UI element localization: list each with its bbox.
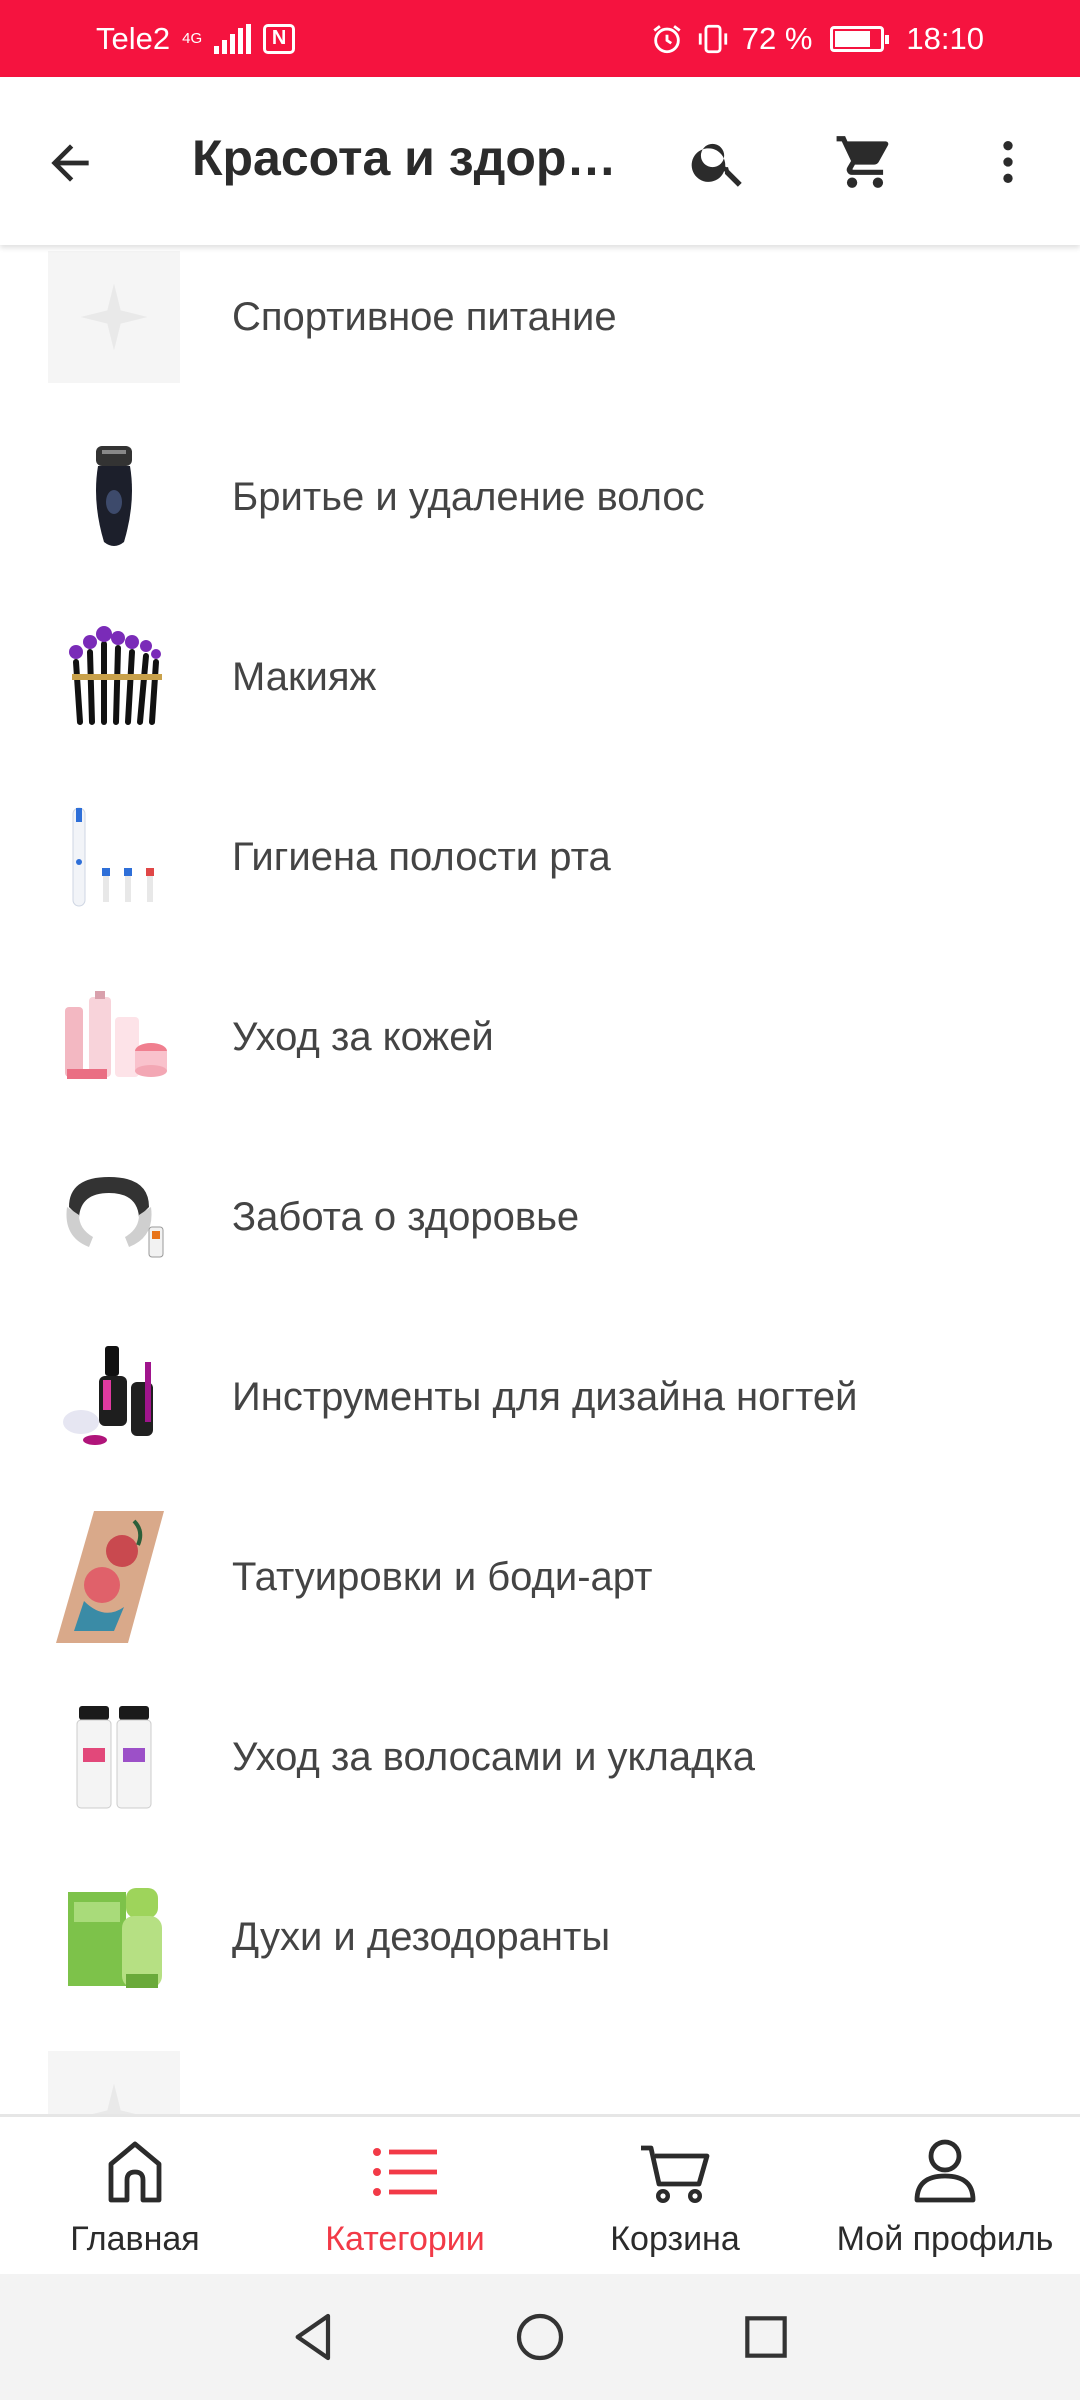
category-label: Гигиена полости рта	[232, 834, 611, 879]
category-item[interactable]: Инструменты для дизайна ногтей	[0, 1307, 1080, 1487]
nail-polish-icon	[48, 1331, 180, 1463]
category-label: Уход за волосами и укладка	[232, 1734, 756, 1779]
category-label: Татуировки и боди-арт	[232, 1554, 653, 1599]
bottom-navigation: Главная Категории Корзина Мой профиль	[0, 2114, 1080, 2274]
list-icon	[373, 2148, 437, 2196]
battery-percent: 72 %	[741, 20, 813, 56]
nav-profile-label: Мой профиль	[836, 2220, 1054, 2258]
home-icon	[108, 2141, 162, 2203]
perfume-icon	[48, 1871, 180, 2003]
nav-categories-label: Категории	[325, 2220, 485, 2258]
vibrate-icon	[698, 24, 727, 53]
profile-icon	[914, 2139, 976, 2203]
toothbrush-icon	[48, 791, 180, 923]
battery-icon	[830, 25, 890, 52]
category-item[interactable]: Уход за кожей	[0, 947, 1080, 1127]
cart-icon[interactable]	[830, 127, 900, 197]
carrier-label: Tele2	[96, 20, 171, 56]
placeholder-star-icon	[48, 251, 180, 383]
category-item[interactable]: Гигиена полости рта	[0, 767, 1080, 947]
category-item[interactable]: Спортивное питание	[0, 245, 1080, 407]
back-triangle-icon[interactable]	[286, 2309, 342, 2365]
category-label: Уход за кожей	[232, 1014, 494, 1059]
system-navigation-bar	[0, 2274, 1080, 2400]
placeholder-star-icon	[48, 2051, 180, 2115]
cart-icon	[641, 2145, 710, 2204]
nav-cart[interactable]: Корзина	[540, 2117, 810, 2274]
home-circle-icon[interactable]	[512, 2309, 568, 2365]
status-left: Tele2 4G N	[96, 20, 296, 57]
hair-care-icon	[48, 1691, 180, 1823]
nfc-icon: N	[263, 23, 296, 54]
status-bar: Tele2 4G N 72 % 18:10	[0, 0, 1080, 77]
recents-square-icon[interactable]	[738, 2309, 794, 2365]
category-item[interactable]: Духи и дезодоранты	[0, 1847, 1080, 2027]
tattoo-icon	[48, 1511, 180, 1643]
nav-categories[interactable]: Категории	[270, 2117, 540, 2274]
alarm-icon	[653, 24, 681, 53]
category-item[interactable]: Татуировки и боди-арт	[0, 1487, 1080, 1667]
category-list: Спортивное питание Бритье и удаление вол…	[0, 245, 1080, 2115]
shaver-icon	[48, 431, 180, 563]
nav-home[interactable]: Главная	[0, 2117, 270, 2274]
nav-profile[interactable]: Мой профиль	[810, 2117, 1080, 2274]
more-vert-icon[interactable]	[973, 127, 1043, 197]
app-bar: Красота и здоровье	[0, 77, 1080, 245]
neck-massager-icon	[48, 1151, 180, 1283]
makeup-brushes-icon	[48, 611, 180, 743]
skincare-icon	[48, 971, 180, 1103]
network-type-label: 4G	[182, 30, 203, 47]
status-right: 72 % 18:10	[650, 21, 984, 57]
category-label: Инструменты для дизайна ногтей	[232, 1374, 858, 1419]
nav-home-label: Главная	[70, 2220, 200, 2258]
category-item[interactable]: Забота о здоровье	[0, 1127, 1080, 1307]
page-title: Красота и здоровье	[192, 130, 632, 186]
category-label: Забота о здоровье	[232, 1194, 580, 1239]
category-item[interactable]: Уход за волосами и укладка	[0, 1667, 1080, 1847]
category-label: Макияж	[232, 654, 377, 699]
category-item[interactable]: Макияж	[0, 587, 1080, 767]
back-arrow-icon[interactable]	[40, 133, 100, 193]
category-label: Бритье и удаление волос	[232, 474, 705, 519]
signal-icon	[214, 23, 252, 54]
category-label: Духи и дезодоранты	[232, 1914, 611, 1959]
search-icon[interactable]	[684, 127, 754, 197]
category-item[interactable]: Бритье и удаление волос	[0, 407, 1080, 587]
clock: 18:10	[906, 20, 984, 56]
category-label: Спортивное питание	[232, 294, 617, 339]
category-item[interactable]	[0, 2027, 1080, 2115]
nav-cart-label: Корзина	[610, 2220, 740, 2258]
